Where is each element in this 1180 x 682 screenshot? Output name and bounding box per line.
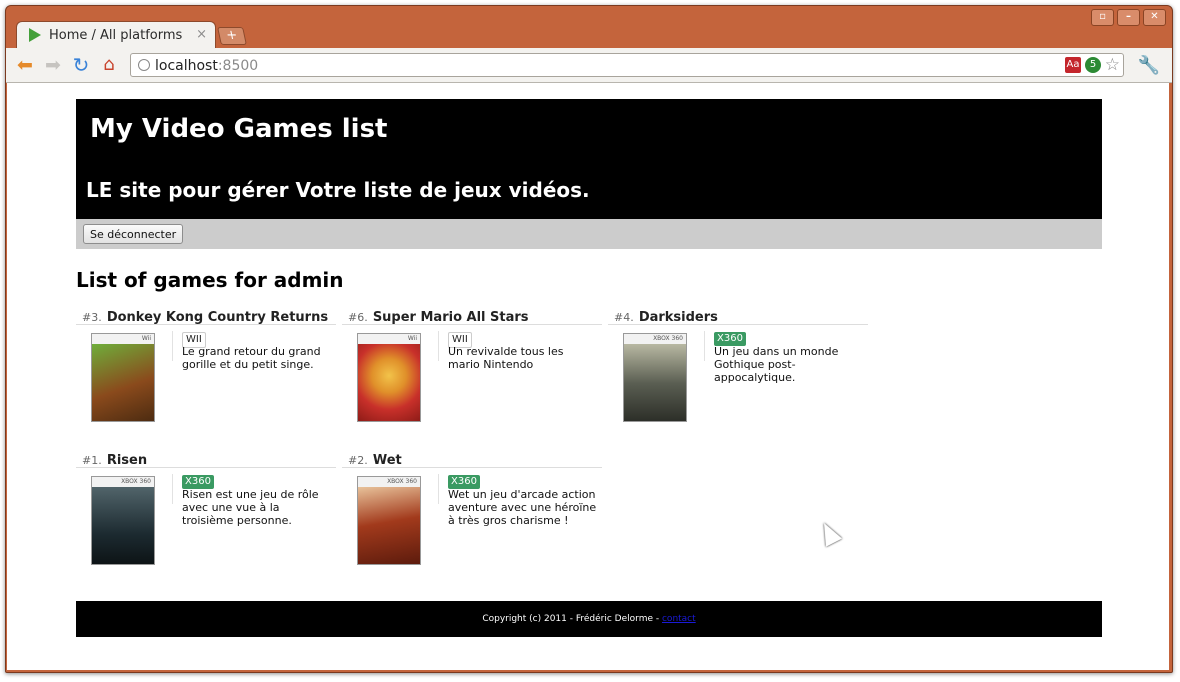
divider bbox=[438, 474, 439, 504]
url-host: localhost bbox=[155, 58, 218, 74]
game-card: #6. Super Mario All Stars Wii WII Un rev… bbox=[342, 306, 602, 431]
game-description: Wet un jeu d'arcade action aventure avec… bbox=[448, 488, 597, 527]
platform-badge: X360 bbox=[182, 475, 214, 489]
cover-platform-band: XBOX 360 bbox=[358, 477, 420, 487]
game-card: #4. Darksiders XBOX 360 X360 Un jeu dans… bbox=[608, 306, 868, 431]
game-name[interactable]: Donkey Kong Country Returns bbox=[107, 310, 328, 325]
close-tab-icon[interactable]: × bbox=[196, 27, 207, 42]
game-cover-image[interactable]: Wii bbox=[91, 333, 155, 422]
wrench-menu-icon[interactable]: 🔧 bbox=[1138, 55, 1160, 76]
browser-toolbar: ⬅ ➡ ↻ ⌂ localhost:8500 Aa 5 ☆ 🔧 bbox=[6, 48, 1172, 83]
game-rank: #3. bbox=[82, 311, 102, 324]
list-title: List of games for admin bbox=[76, 268, 344, 292]
game-cover-image[interactable]: XBOX 360 bbox=[357, 476, 421, 565]
restore-window-button[interactable]: ▫ bbox=[1091, 9, 1114, 26]
cover-platform-band: XBOX 360 bbox=[624, 334, 686, 344]
game-name[interactable]: Super Mario All Stars bbox=[373, 310, 529, 325]
browser-window: Home / All platforms × + ▫ – ✕ ⬅ ➡ ↻ ⌂ l… bbox=[5, 5, 1173, 673]
game-cover-image[interactable]: XBOX 360 bbox=[91, 476, 155, 565]
play-icon bbox=[29, 28, 41, 42]
cover-art bbox=[92, 487, 154, 564]
game-description: Le grand retour du grand gorille et du p… bbox=[182, 345, 321, 371]
back-arrow-icon[interactable]: ⬅ bbox=[14, 54, 36, 76]
copyright-text: Copyright (c) 2011 - Frédéric Delorme - bbox=[482, 614, 660, 624]
games-grid: #3. Donkey Kong Country Returns Wii WII … bbox=[76, 306, 1102, 596]
dictionary-extension-icon[interactable]: Aa bbox=[1065, 57, 1081, 73]
reload-icon[interactable]: ↻ bbox=[70, 54, 92, 76]
cover-art bbox=[92, 344, 154, 421]
site-footer: Copyright (c) 2011 - Frédéric Delorme - … bbox=[76, 601, 1102, 637]
cover-platform-band: XBOX 360 bbox=[92, 477, 154, 487]
game-header: #3. Donkey Kong Country Returns bbox=[76, 306, 336, 325]
tab-home[interactable]: Home / All platforms × bbox=[16, 21, 216, 49]
logout-button[interactable]: Se déconnecter bbox=[83, 224, 184, 244]
forward-arrow-icon[interactable]: ➡ bbox=[42, 54, 64, 76]
cover-art bbox=[358, 487, 420, 564]
cover-art bbox=[358, 344, 420, 421]
game-card: #3. Donkey Kong Country Returns Wii WII … bbox=[76, 306, 336, 431]
extension-badge-icon[interactable]: 5 bbox=[1085, 57, 1101, 73]
tab-strip: Home / All platforms × + ▫ – ✕ bbox=[6, 6, 1172, 49]
platform-badge: X360 bbox=[448, 475, 480, 489]
contact-link[interactable]: contact bbox=[662, 614, 696, 624]
game-description: Risen est une jeu de rôle avec une vue à… bbox=[182, 488, 319, 527]
bookmark-star-icon[interactable]: ☆ bbox=[1105, 55, 1120, 75]
game-name[interactable]: Darksiders bbox=[639, 310, 718, 325]
globe-icon bbox=[138, 59, 150, 71]
close-window-button[interactable]: ✕ bbox=[1143, 9, 1166, 26]
page-viewport: My Video Games list LE site pour gérer V… bbox=[7, 83, 1169, 670]
cover-platform-band: Wii bbox=[358, 334, 420, 344]
game-description: Un jeu dans un monde Gothique post-appoc… bbox=[714, 345, 839, 384]
new-tab-button[interactable]: + bbox=[217, 27, 247, 45]
divider bbox=[172, 331, 173, 361]
cover-platform-band: Wii bbox=[92, 334, 154, 344]
game-card: #1. Risen XBOX 360 X360 Risen est une je… bbox=[76, 449, 336, 574]
divider bbox=[172, 474, 173, 504]
game-rank: #1. bbox=[82, 454, 102, 467]
game-cover-image[interactable]: Wii bbox=[357, 333, 421, 422]
game-name[interactable]: Wet bbox=[373, 453, 402, 468]
divider bbox=[438, 331, 439, 361]
home-icon[interactable]: ⌂ bbox=[98, 54, 120, 76]
site-title: My Video Games list bbox=[90, 114, 388, 144]
minimize-window-button[interactable]: – bbox=[1117, 9, 1140, 26]
platform-badge: X360 bbox=[714, 332, 746, 346]
game-cover-image[interactable]: XBOX 360 bbox=[623, 333, 687, 422]
game-rank: #2. bbox=[348, 454, 368, 467]
game-card: #2. Wet XBOX 360 X360 Wet un jeu d'arcad… bbox=[342, 449, 602, 574]
site-tagline: LE site pour gérer Votre liste de jeux v… bbox=[86, 178, 590, 202]
game-header: #1. Risen bbox=[76, 449, 336, 468]
game-header: #6. Super Mario All Stars bbox=[342, 306, 602, 325]
cover-art bbox=[624, 344, 686, 421]
user-bar: Se déconnecter bbox=[76, 219, 1102, 249]
game-name[interactable]: Risen bbox=[107, 453, 147, 468]
window-controls: ▫ – ✕ bbox=[1091, 9, 1166, 26]
game-rank: #4. bbox=[614, 311, 634, 324]
page-container: My Video Games list LE site pour gérer V… bbox=[76, 99, 1102, 637]
divider bbox=[704, 331, 705, 361]
address-bar[interactable]: localhost:8500 Aa 5 ☆ bbox=[130, 53, 1124, 77]
tab-title: Home / All platforms bbox=[49, 28, 183, 43]
game-description: Un revivalde tous les mario Nintendo bbox=[448, 345, 564, 371]
game-header: #2. Wet bbox=[342, 449, 602, 468]
url-text[interactable]: localhost:8500 bbox=[155, 58, 258, 74]
game-header: #4. Darksiders bbox=[608, 306, 868, 325]
site-header: My Video Games list LE site pour gérer V… bbox=[76, 99, 1102, 219]
url-port: :8500 bbox=[217, 58, 259, 74]
game-rank: #6. bbox=[348, 311, 368, 324]
